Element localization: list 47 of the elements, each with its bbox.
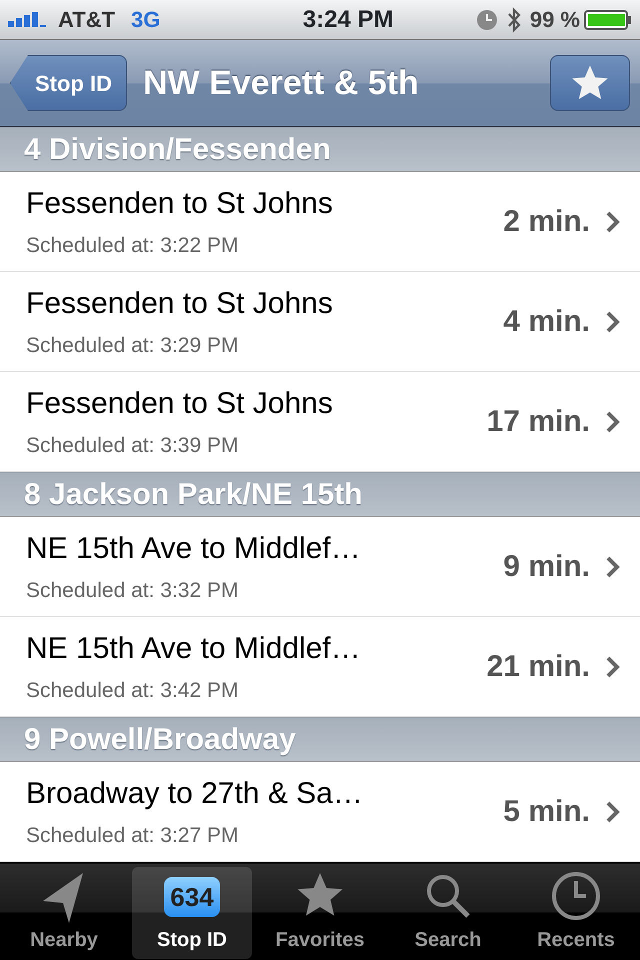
chevron-icon <box>606 800 620 822</box>
battery-icon <box>584 8 632 30</box>
network-label: 3G <box>131 6 160 34</box>
chevron-icon <box>606 656 620 678</box>
scheduled-time: Scheduled at: 3:39 PM <box>26 433 240 460</box>
clock-icon <box>551 871 601 923</box>
battery-percent: 99 % <box>530 6 580 34</box>
status-time: 3:24 PM <box>302 4 394 34</box>
scheduled-time: Scheduled at: 3:32 PM <box>26 578 240 604</box>
section-header: 4 Division/Fessenden <box>0 127 640 172</box>
eta-label: 2 min. <box>503 204 590 240</box>
destination-label: Fessenden to St Johns <box>26 386 334 422</box>
scheduled-time: Scheduled at: 3:42 PM <box>26 678 240 704</box>
section-header: 8 Jackson Park/NE 15th <box>0 472 640 517</box>
arrival-row[interactable]: Fessenden to St Johns Scheduled at: 3:29 PM 4 min. <box>0 272 640 372</box>
destination-label: Broadway to 27th & Sa… <box>26 776 364 812</box>
carrier-label: AT&T <box>58 6 116 34</box>
eta-label: 17 min. <box>486 404 590 440</box>
eta-label: 5 min. <box>503 794 590 830</box>
destination-label: NE 15th Ave to Middlef… <box>26 531 362 568</box>
page-title: NW Everett & 5th <box>143 62 420 104</box>
tab-item[interactable]: 634 Stop ID <box>132 867 252 959</box>
tab-item[interactable]: Search <box>388 867 508 959</box>
favorite-button[interactable] <box>550 55 630 111</box>
tab-item[interactable]: Favorites <box>260 867 380 959</box>
destination-label: Fessenden to St Johns <box>26 186 334 222</box>
scheduled-time: Scheduled at: 3:22 PM <box>26 233 240 260</box>
back-button[interactable]: Stop ID <box>10 55 127 111</box>
bluetooth-icon <box>506 6 522 32</box>
eta-label: 21 min. <box>486 649 590 685</box>
scheduled-time: Scheduled at: 3:29 PM <box>26 333 240 360</box>
arrival-row[interactable]: Fessenden to St Johns Scheduled at: 3:22 PM 2 min. <box>0 172 640 272</box>
tab-item[interactable]: Recents <box>516 867 636 959</box>
destination-label: NE 15th Ave to Middlef… <box>26 631 362 668</box>
chevron-icon <box>606 556 620 578</box>
scheduled-time: Scheduled at: 3:27 PM <box>26 823 240 850</box>
eta-label: 9 min. <box>503 549 590 585</box>
section-header: 9 Powell/Broadway <box>0 717 640 762</box>
chevron-icon <box>606 410 620 432</box>
clock-icon <box>476 8 498 30</box>
arrival-row[interactable]: NE 15th Ave to Middlef… Scheduled at: 3:32 PM 9 min. <box>0 517 640 617</box>
destination-label: Fessenden to St Johns <box>26 286 334 322</box>
chevron-icon <box>606 310 620 332</box>
eta-label: 4 min. <box>503 304 590 340</box>
stop-number-badge: 634 <box>164 877 220 917</box>
tab-item[interactable]: Nearby <box>4 867 124 959</box>
chevron-icon <box>606 210 620 232</box>
